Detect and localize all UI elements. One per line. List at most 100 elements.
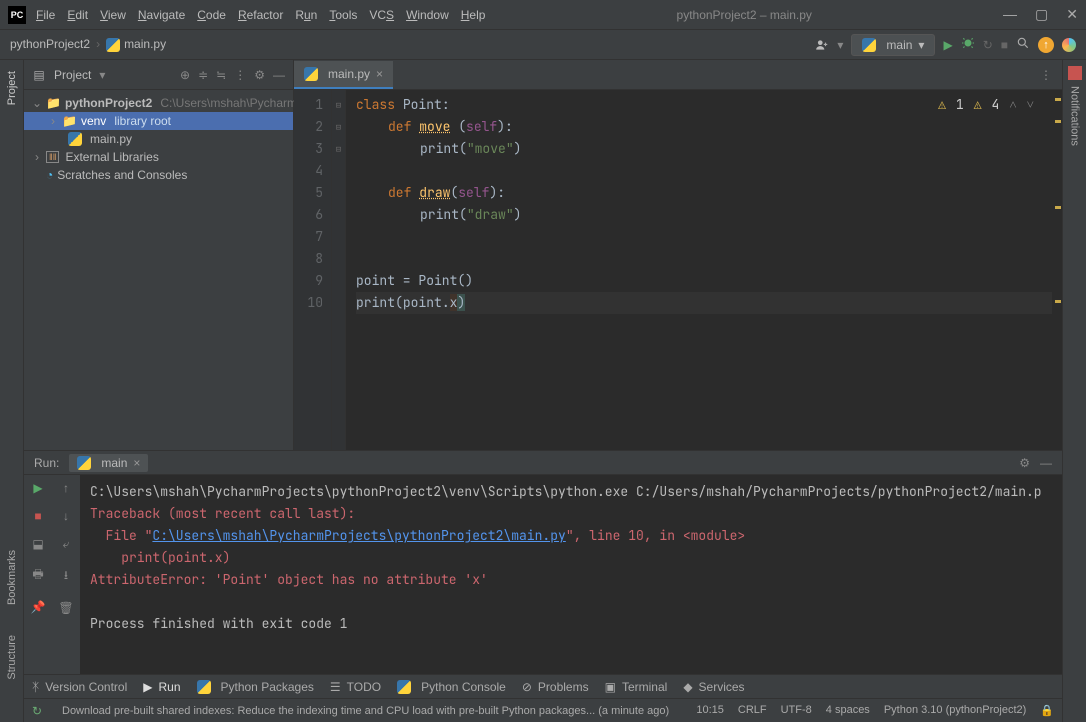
chevron-down-icon: ⌄	[32, 96, 42, 110]
status-message[interactable]: Download pre-built shared indexes: Reduc…	[62, 705, 680, 717]
console-output[interactable]: C:\Users\mshah\PycharmProjects\pythonPro…	[80, 475, 1062, 674]
pin-icon[interactable]: 📌	[31, 600, 46, 614]
tree-root[interactable]: ⌄ 📁 pythonProject2 C:\Users\mshah\Pychar…	[24, 94, 293, 112]
tree-root-path: C:\Users\mshah\Pycharm	[160, 96, 297, 110]
problems-tool-button[interactable]: ⊘Problems	[522, 680, 589, 694]
sidebar-bookmarks-tab[interactable]: Bookmarks	[6, 550, 18, 605]
minimize-button[interactable]: —	[1003, 6, 1017, 23]
run-config-selector[interactable]: main ▾	[851, 34, 935, 56]
menu-edit[interactable]: Edit	[67, 8, 88, 22]
tree-root-label: pythonProject2	[65, 96, 152, 110]
collapse-all-icon[interactable]: ≒	[216, 68, 226, 82]
libraries-icon: ‖‖	[46, 151, 59, 163]
project-view-chevron[interactable]: ▾	[99, 68, 105, 82]
run-coverage-icon[interactable]: ↻	[983, 38, 993, 52]
tree-venv-label: venv	[81, 114, 106, 128]
ide-logo: PC	[8, 6, 26, 24]
line-separator[interactable]: CRLF	[738, 704, 767, 717]
window-title: pythonProject2 – main.py	[485, 8, 1003, 22]
notification-indicator-icon[interactable]	[1068, 66, 1082, 80]
run-tab[interactable]: main ×	[69, 454, 148, 472]
tree-external-libraries[interactable]: › ‖‖ External Libraries	[24, 148, 293, 166]
python-console-button[interactable]: Python Console	[397, 680, 506, 694]
sidebar-notifications-tab[interactable]: Notifications	[1069, 86, 1081, 146]
close-button[interactable]: ✕	[1066, 6, 1078, 23]
menu-view[interactable]: View	[100, 8, 126, 22]
console-stderr: AttributeError: 'Point' object has no at…	[90, 569, 1052, 591]
folder-icon: 📁	[46, 96, 61, 110]
close-tab-icon[interactable]: ×	[376, 67, 383, 81]
lock-icon[interactable]: 🔒	[1040, 704, 1054, 717]
add-user-chevron[interactable]: ▾	[837, 38, 843, 52]
menu-navigate[interactable]: Navigate	[138, 8, 185, 22]
stop-icon[interactable]: ■	[34, 509, 41, 523]
breadcrumb-file[interactable]: main.py	[106, 37, 166, 52]
todo-tool-button[interactable]: ☰TODO	[330, 680, 381, 694]
ide-services-icon[interactable]	[1062, 38, 1076, 52]
sidebar-structure-tab[interactable]: Structure	[6, 635, 18, 680]
next-highlight-icon[interactable]: ˅	[1027, 96, 1034, 113]
breadcrumb-root[interactable]: pythonProject2	[10, 37, 90, 51]
tree-scratches-label: Scratches and Consoles	[57, 168, 187, 182]
run-tab-label: main	[101, 456, 127, 470]
vcs-tool-button[interactable]: ᛡVersion Control	[32, 680, 127, 694]
up-icon[interactable]: ↑	[63, 481, 69, 495]
maximize-button[interactable]: ▢	[1035, 6, 1048, 23]
python-icon	[862, 38, 876, 52]
indent-info[interactable]: 4 spaces	[826, 704, 870, 717]
menu-window[interactable]: Window	[406, 8, 449, 22]
tabs-more-icon[interactable]: ⋮	[1040, 68, 1052, 82]
search-everywhere-icon[interactable]	[1016, 36, 1030, 53]
tree-file-main[interactable]: main.py	[24, 130, 293, 148]
sidebar-project-tab[interactable]: Project	[5, 66, 19, 110]
prev-highlight-icon[interactable]: ˄	[1009, 96, 1016, 113]
chevron-down-icon: ▾	[918, 38, 924, 52]
tree-scratches[interactable]: ◔ Scratches and Consoles	[24, 166, 293, 184]
print-icon[interactable]: 🖶	[32, 565, 43, 586]
close-icon[interactable]: ×	[133, 456, 140, 470]
clear-icon[interactable]: 🗑	[58, 601, 73, 615]
services-tool-button[interactable]: ◆Services	[683, 680, 744, 694]
rerun-icon[interactable]: ▶	[33, 481, 42, 495]
code-content[interactable]: class Point: def move (self): print("mov…	[346, 90, 1062, 450]
expand-all-icon[interactable]: ≑	[198, 68, 208, 82]
menu-code[interactable]: Code	[197, 8, 226, 22]
debug-button[interactable]	[961, 36, 975, 53]
inspection-widget[interactable]: ⚠1 ⚠4 ˄ ˅	[938, 96, 1034, 113]
project-icon: ▤	[32, 68, 46, 82]
menu-run[interactable]: Run	[295, 8, 317, 22]
download-icon[interactable]	[32, 704, 46, 718]
menu-tools[interactable]: Tools	[329, 8, 357, 22]
update-icon[interactable]: ↑	[1038, 37, 1054, 53]
interpreter-info[interactable]: Python 3.10 (pythonProject2)	[884, 704, 1026, 717]
tree-venv[interactable]: › 📁 venv library root	[24, 112, 293, 130]
status-bar: Download pre-built shared indexes: Reduc…	[24, 698, 1062, 722]
gear-icon[interactable]: ⚙	[254, 68, 265, 82]
run-button[interactable]: ▶	[943, 38, 952, 52]
hide-icon[interactable]: —	[273, 68, 285, 82]
code-editor[interactable]: 1 2 3 4 5 6 7 8 9 10 ⊟⊟⊟	[294, 90, 1062, 450]
services-icon: ◆	[683, 680, 692, 694]
down-icon[interactable]: ↓	[63, 509, 69, 523]
soft-wrap-icon[interactable]: ⤶	[63, 537, 70, 552]
right-stripe: Notifications	[1062, 60, 1086, 722]
file-encoding[interactable]: UTF-8	[781, 704, 812, 717]
menu-refactor[interactable]: Refactor	[238, 8, 283, 22]
hide-icon[interactable]: —	[1040, 456, 1052, 470]
editor-tab-main[interactable]: main.py ×	[294, 61, 393, 89]
menu-help[interactable]: Help	[461, 8, 486, 22]
terminal-icon: ▣	[605, 680, 616, 694]
add-user-icon[interactable]	[815, 38, 829, 52]
menu-vcs[interactable]: VCS	[369, 8, 394, 22]
terminal-tool-button[interactable]: ▣Terminal	[605, 680, 668, 694]
scroll-end-icon[interactable]: ⭳	[64, 566, 68, 587]
gear-icon[interactable]: ⚙	[1019, 456, 1030, 470]
layout-icon[interactable]: ⬓	[32, 537, 43, 551]
locate-icon[interactable]: ⊕	[180, 68, 190, 82]
run-tool-button[interactable]: ▶Run	[143, 680, 180, 694]
traceback-link[interactable]: C:\Users\mshah\PycharmProjects\pythonPro…	[152, 527, 565, 544]
caret-position[interactable]: 10:15	[696, 704, 724, 717]
menu-file[interactable]: File	[36, 8, 55, 22]
stop-button[interactable]: ■	[1001, 38, 1008, 52]
packages-tool-button[interactable]: Python Packages	[197, 680, 314, 694]
